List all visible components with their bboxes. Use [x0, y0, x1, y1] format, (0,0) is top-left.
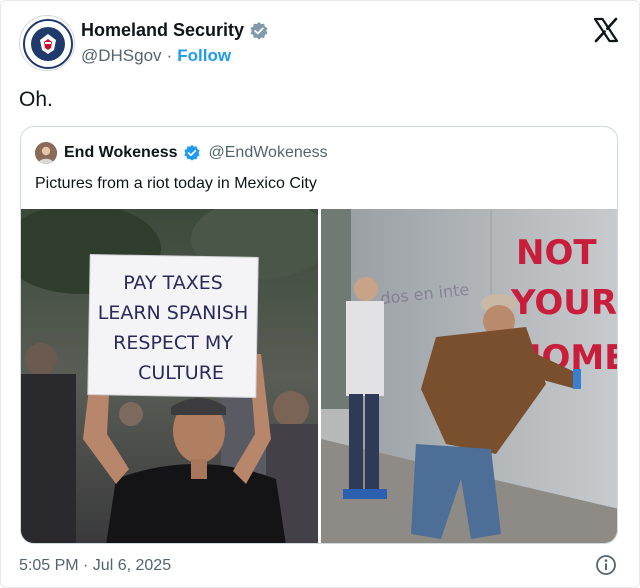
tweet-header: Homeland Security @DHSgov · Follow [19, 11, 623, 73]
sign-line-4: CULTURE [138, 362, 224, 384]
sign-line-1: PAY TAXES [123, 272, 223, 294]
protest-sign-photo[interactable]: PAY TAXES LEARN SPANISH RESPECT MY CULTU… [21, 209, 318, 543]
graffiti-line-2: YOUR [510, 283, 617, 323]
author-avatar[interactable] [19, 15, 75, 71]
tweet-card: Homeland Security @DHSgov · Follow Oh. E… [0, 0, 640, 588]
graffiti-line-1: NOT [516, 233, 597, 273]
quoted-tweet-header: End Wokeness @EndWokeness [35, 142, 328, 164]
x-logo-icon[interactable] [593, 17, 619, 43]
sign-line-2: LEARN SPANISH [98, 302, 249, 324]
tweet-timestamp[interactable]: 5:05 PM · Jul 6, 2025 [19, 557, 171, 575]
quoted-author-avatar[interactable] [35, 142, 57, 164]
author-name[interactable]: Homeland Security [81, 20, 244, 41]
quoted-author-handle[interactable]: @EndWokeness [209, 144, 328, 162]
follow-button[interactable]: Follow [177, 46, 231, 66]
author-handle-row: @DHSgov · Follow [81, 46, 231, 66]
quoted-tweet-text: Pictures from a riot today in Mexico Cit… [35, 175, 317, 192]
author-name-row: Homeland Security [81, 20, 269, 41]
verified-badge-icon [183, 144, 201, 162]
author-handle[interactable]: @DHSgov [81, 46, 162, 66]
sign-line-3: RESPECT MY [113, 332, 233, 354]
quoted-tweet[interactable]: End Wokeness @EndWokeness Pictures from … [20, 126, 618, 544]
quoted-author-name[interactable]: End Wokeness [64, 144, 178, 162]
tweet-text: Oh. [19, 88, 53, 111]
verified-badge-icon [249, 21, 269, 41]
quoted-media: PAY TAXES LEARN SPANISH RESPECT MY CULTU… [21, 209, 617, 543]
separator: · [166, 46, 173, 65]
graffiti-photo[interactable]: dos en inte NOT YOUR HOME [321, 209, 617, 543]
info-icon[interactable] [595, 554, 617, 576]
